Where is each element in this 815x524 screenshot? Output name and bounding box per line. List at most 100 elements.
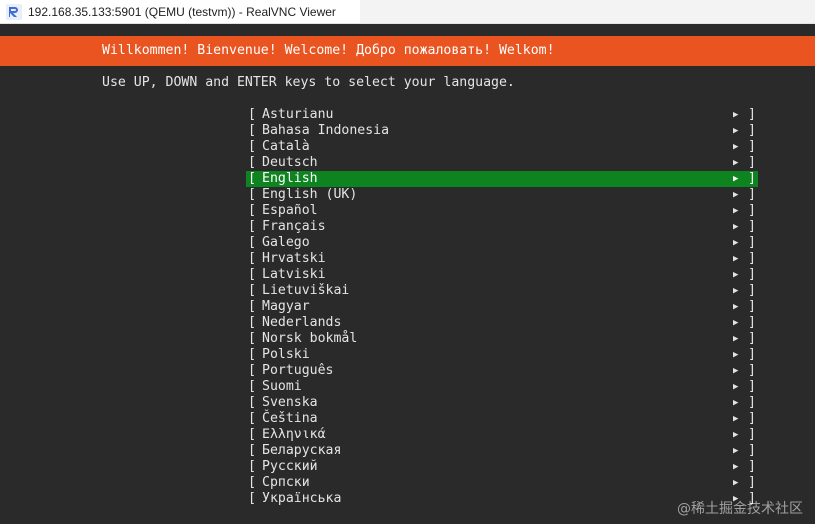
close-bracket: ] xyxy=(748,203,756,218)
submenu-arrow-icon: ▶ xyxy=(733,366,739,376)
open-bracket: [ xyxy=(248,123,256,138)
close-bracket: ] xyxy=(748,219,756,234)
language-option[interactable]: [Latviski ▶] xyxy=(246,267,758,283)
open-bracket: [ xyxy=(248,411,256,426)
close-bracket: ] xyxy=(748,139,756,154)
language-option-label: Svenska xyxy=(262,395,318,410)
language-option-label: Suomi xyxy=(262,379,302,394)
instructions-text: Use UP, DOWN and ENTER keys to select yo… xyxy=(102,75,515,90)
welcome-banner-text: Willkommen! Bienvenue! Welcome! Добро по… xyxy=(102,43,555,58)
language-option[interactable]: [Magyar ▶] xyxy=(246,299,758,315)
language-option[interactable]: [Polski ▶] xyxy=(246,347,758,363)
language-option[interactable]: [Português ▶] xyxy=(246,363,758,379)
submenu-arrow-icon: ▶ xyxy=(733,254,739,264)
submenu-arrow-icon: ▶ xyxy=(733,238,739,248)
language-option-label: Galego xyxy=(262,235,310,250)
close-bracket: ] xyxy=(748,427,756,442)
language-option[interactable]: [Ελληνικά ▶] xyxy=(246,427,758,443)
submenu-arrow-icon: ▶ xyxy=(733,270,739,280)
open-bracket: [ xyxy=(248,379,256,394)
open-bracket: [ xyxy=(248,459,256,474)
realvnc-logo-icon xyxy=(6,4,22,20)
language-option-label: Čeština xyxy=(262,411,318,426)
open-bracket: [ xyxy=(248,107,256,122)
close-bracket: ] xyxy=(748,395,756,410)
close-bracket: ] xyxy=(748,379,756,394)
language-option[interactable]: [Српски ▶] xyxy=(246,475,758,491)
close-bracket: ] xyxy=(748,363,756,378)
installer-console: Willkommen! Bienvenue! Welcome! Добро по… xyxy=(0,24,815,524)
submenu-arrow-icon: ▶ xyxy=(733,350,739,360)
remote-framebuffer[interactable]: Willkommen! Bienvenue! Welcome! Добро по… xyxy=(0,24,815,524)
submenu-arrow-icon: ▶ xyxy=(733,462,739,472)
language-option[interactable]: [Suomi ▶] xyxy=(246,379,758,395)
close-bracket: ] xyxy=(748,187,756,202)
language-option-label: Lietuviškai xyxy=(262,283,350,298)
close-bracket: ] xyxy=(748,251,756,266)
open-bracket: [ xyxy=(248,139,256,154)
open-bracket: [ xyxy=(248,203,256,218)
submenu-arrow-icon: ▶ xyxy=(733,398,739,408)
language-option-label: Deutsch xyxy=(262,155,318,170)
language-option[interactable]: [ Norsk bokmål ▶] xyxy=(246,331,758,347)
open-bracket: [ xyxy=(248,331,256,346)
language-option[interactable]: [Español ▶] xyxy=(246,203,758,219)
open-bracket: [ xyxy=(248,347,256,362)
submenu-arrow-icon: ▶ xyxy=(733,286,739,296)
language-option-label: Nederlands xyxy=(262,315,342,330)
submenu-arrow-icon: ▶ xyxy=(733,222,739,232)
language-option[interactable]: [Asturianu ▶] xyxy=(246,107,758,123)
language-option-label: Українська xyxy=(262,491,342,506)
open-bracket: [ xyxy=(248,491,256,506)
language-option[interactable]: [Galego ▶] xyxy=(246,235,758,251)
close-bracket: ] xyxy=(748,331,756,346)
open-bracket: [ xyxy=(248,267,256,282)
submenu-arrow-icon: ▶ xyxy=(733,158,739,168)
submenu-arrow-icon: ▶ xyxy=(733,478,739,488)
window-title: 192.168.35.133:5901 (QEMU (testvm)) - Re… xyxy=(28,5,336,19)
language-option-label: Català xyxy=(262,139,310,154)
language-option-label: Magyar xyxy=(262,299,310,314)
close-bracket: ] xyxy=(748,443,756,458)
submenu-arrow-icon: ▶ xyxy=(733,126,739,136)
language-option[interactable]: [Nederlands ▶] xyxy=(246,315,758,331)
language-option[interactable]: [Русский ▶] xyxy=(246,459,758,475)
language-option[interactable]: [ Svenska ▶] xyxy=(246,395,758,411)
open-bracket: [ xyxy=(248,187,256,202)
submenu-arrow-icon: ▶ xyxy=(733,334,739,344)
open-bracket: [ xyxy=(248,251,256,266)
submenu-arrow-icon: ▶ xyxy=(733,430,739,440)
close-bracket: ] xyxy=(748,347,756,362)
language-option[interactable]: [Čeština ▶] xyxy=(246,411,758,427)
submenu-arrow-icon: ▶ xyxy=(733,174,739,184)
language-option[interactable]: [ Français ▶] xyxy=(246,219,758,235)
submenu-arrow-icon: ▶ xyxy=(733,446,739,456)
close-bracket: ] xyxy=(748,459,756,474)
language-option-label: Norsk bokmål xyxy=(262,331,358,346)
close-bracket: ] xyxy=(748,123,756,138)
language-option-label: Bahasa Indonesia xyxy=(262,123,390,138)
open-bracket: [ xyxy=(248,395,256,410)
language-option-label: Français xyxy=(262,219,326,234)
language-option[interactable]: [English (UK) ▶] xyxy=(246,187,758,203)
open-bracket: [ xyxy=(248,283,256,298)
language-list: [ Asturianu ▶] [ Bahasa Indonesia ▶] [ Català ▶]… xyxy=(246,107,758,507)
language-option[interactable]: [Беларуская ▶] xyxy=(246,443,758,459)
language-option[interactable]: [English ▶] xyxy=(246,171,758,187)
close-bracket: ] xyxy=(748,475,756,490)
open-bracket: [ xyxy=(248,219,256,234)
close-bracket: ] xyxy=(748,315,756,330)
close-bracket: ] xyxy=(748,283,756,298)
language-option-label: Asturianu xyxy=(262,107,334,122)
open-bracket: [ xyxy=(248,427,256,442)
language-option[interactable]: [ Lietuviškai ▶] xyxy=(246,283,758,299)
open-bracket: [ xyxy=(248,235,256,250)
language-option[interactable]: [ Hrvatski ▶] xyxy=(246,251,758,267)
language-option[interactable]: [ Català ▶] xyxy=(246,139,758,155)
submenu-arrow-icon: ▶ xyxy=(733,142,739,152)
language-option[interactable]: [Deutsch ▶] xyxy=(246,155,758,171)
language-option[interactable]: [ Bahasa Indonesia ▶] xyxy=(246,123,758,139)
language-option-label: Hrvatski xyxy=(262,251,326,266)
open-bracket: [ xyxy=(248,475,256,490)
submenu-arrow-icon: ▶ xyxy=(733,302,739,312)
